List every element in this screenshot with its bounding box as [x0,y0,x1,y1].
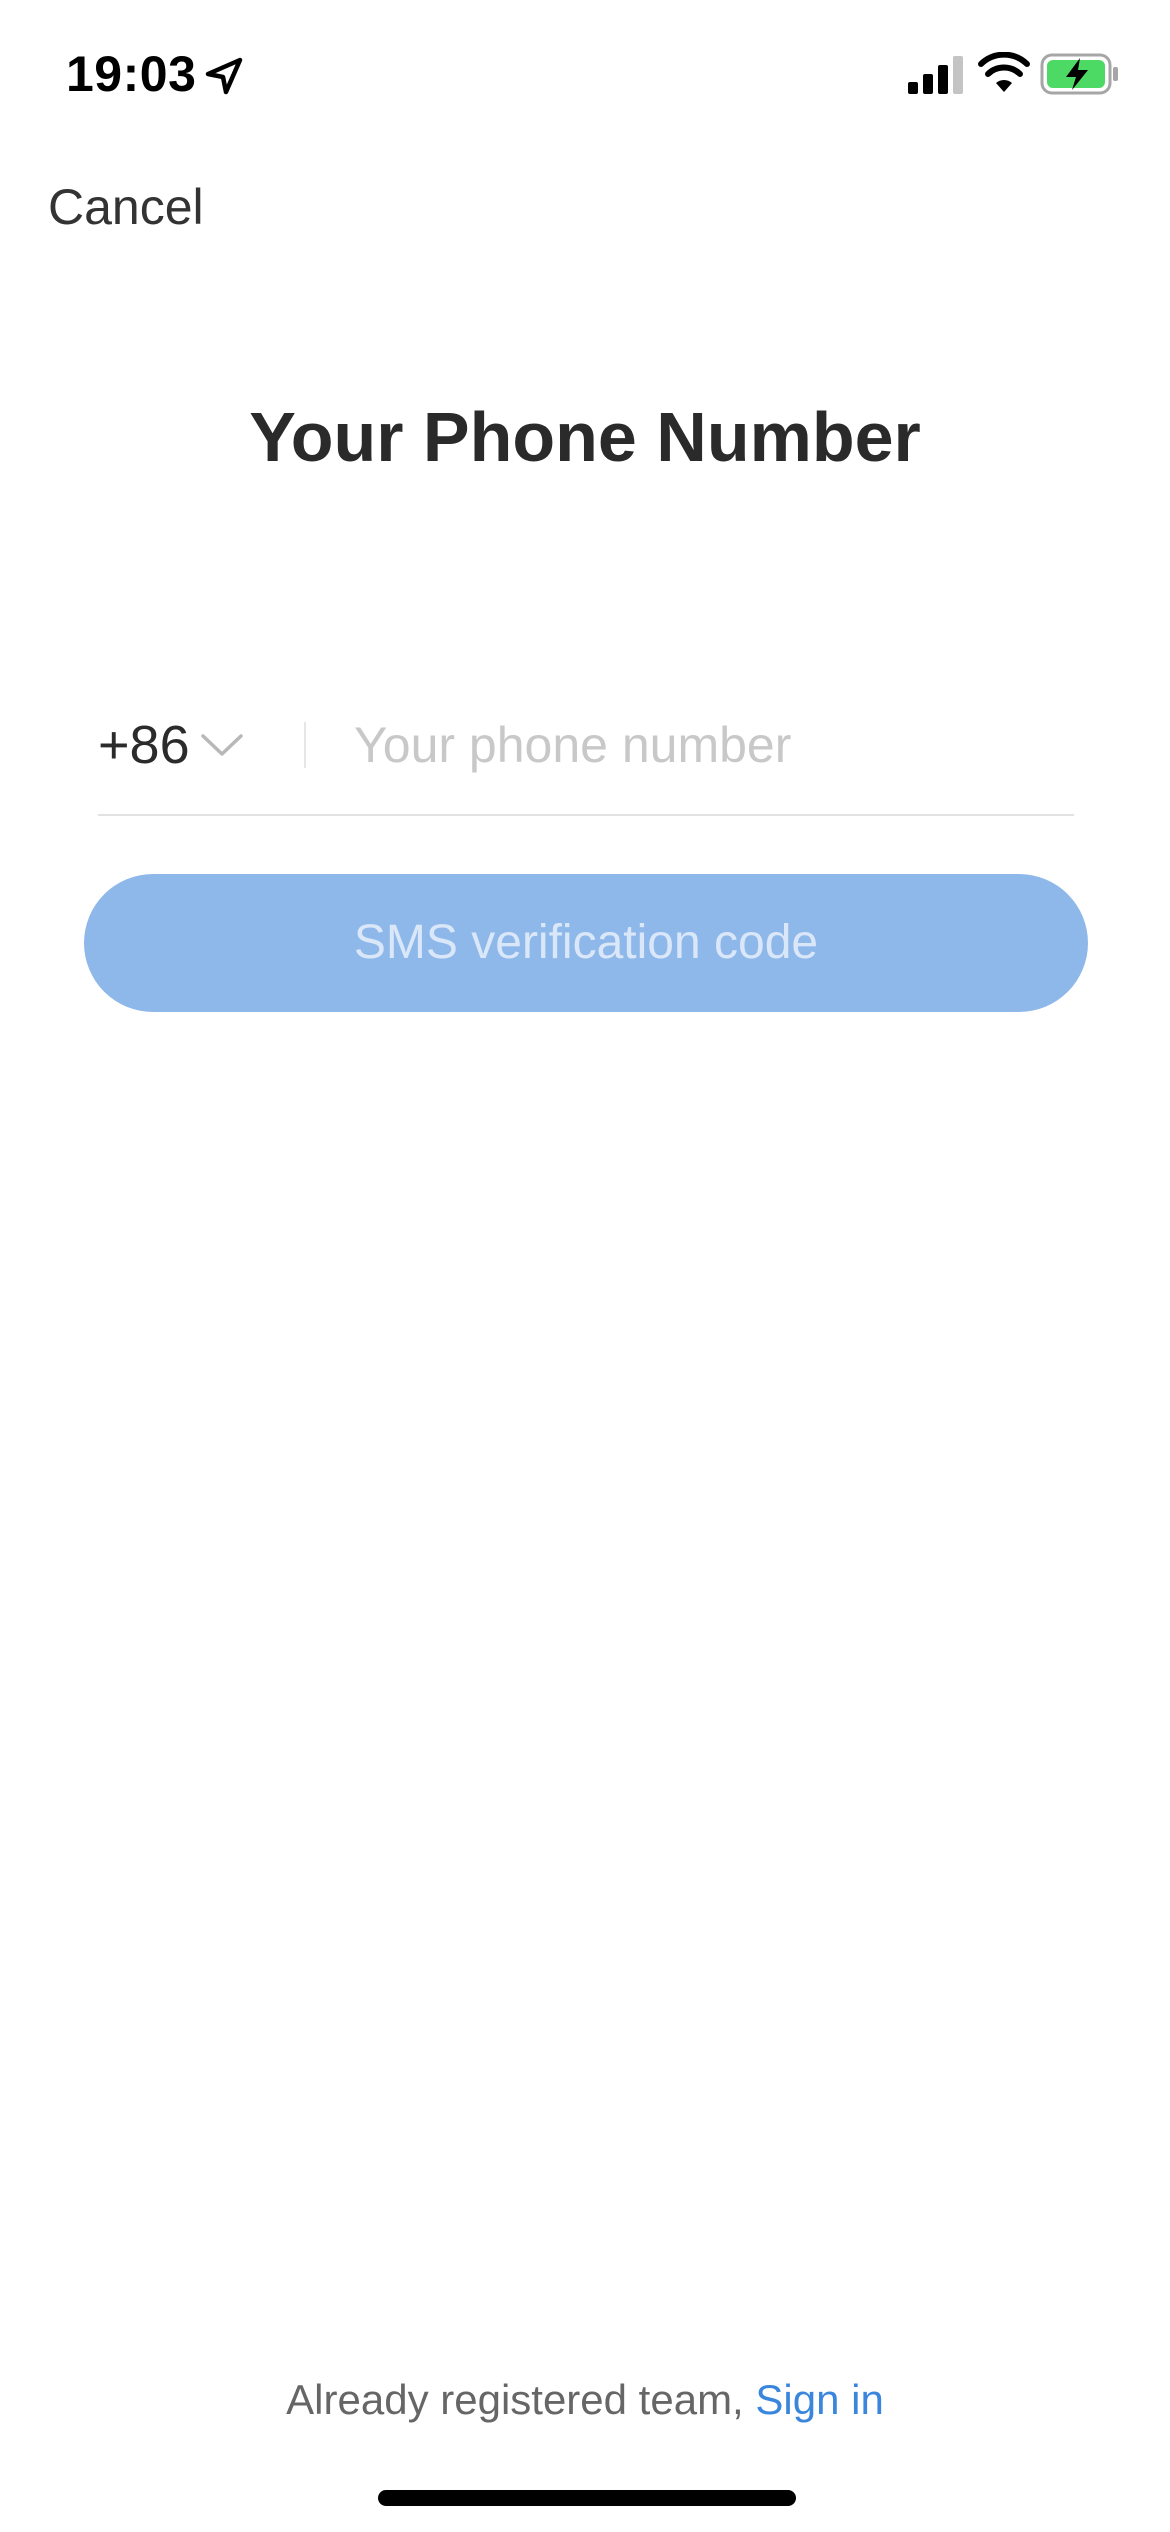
phone-input-row: +86 [98,700,1074,816]
status-bar: 19:03 [0,0,1170,150]
sign-in-link[interactable]: Sign in [755,2376,883,2423]
country-code-selector[interactable]: +86 [98,700,244,790]
battery-charging-icon [1040,53,1118,95]
footer-sign-in-prompt: Already registered team, Sign in [0,2370,1170,2430]
sms-verification-code-button[interactable]: SMS verification code [84,874,1088,1012]
location-arrow-icon [205,57,243,95]
field-divider [304,722,306,768]
footer-text: Already registered team, [286,2376,756,2423]
phone-number-input[interactable] [354,700,1054,790]
status-time: 19:03 [66,46,197,102]
cancel-button[interactable]: Cancel [48,170,204,244]
cellular-signal-icon [908,56,963,94]
chevron-down-icon [200,734,243,756]
page-title: Your Phone Number [249,398,921,476]
wifi-icon [978,52,1030,92]
country-code-label: +86 [98,715,190,775]
home-indicator[interactable] [378,2490,796,2506]
